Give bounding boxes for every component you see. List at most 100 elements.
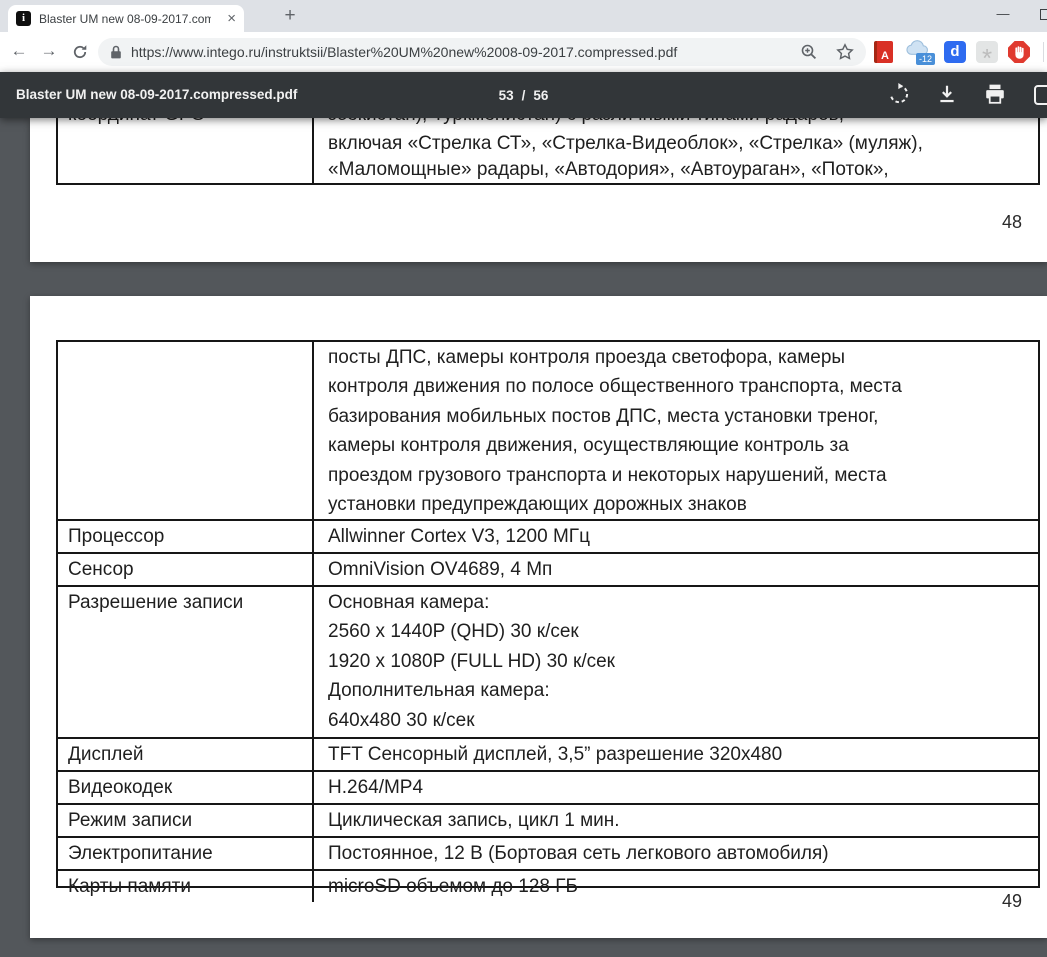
- table-row: Разрешение записи Основная камера: 2560 …: [58, 587, 1038, 739]
- table-row: Режим записи Циклическая запись, цикл 1 …: [58, 805, 1038, 838]
- clipped-value-text: збекистан), Туркменистан) с различными т…: [328, 118, 1038, 127]
- value-line: 640x480 30 к/сек: [328, 706, 1038, 735]
- value-line: базирования мобильных постов ДПС, места …: [328, 402, 1038, 431]
- tab-close-icon[interactable]: ×: [227, 11, 236, 26]
- page-footer-number: 49: [1002, 891, 1022, 912]
- clipped-row: координат GPS: [68, 118, 312, 127]
- row-label: Разрешение записи: [58, 587, 314, 737]
- row-value: H.264/MP4: [314, 772, 1038, 803]
- value-line: microSD объемом до 128 ГБ: [328, 872, 1038, 901]
- extension-disabled-icon[interactable]: *: [976, 41, 998, 63]
- value-line: Allwinner Cortex V3, 1200 МГц: [328, 522, 1038, 551]
- row-value: microSD объемом до 128 ГБ: [314, 871, 1038, 902]
- tab-title: Blaster UM new 08-09-2017.comp: [39, 12, 211, 26]
- value-line: TFT Сенсорный дисплей, 3,5” разрешение 3…: [328, 740, 1038, 769]
- pdf-favicon-info-icon: i: [16, 11, 31, 26]
- page-indicator: 53 / 56: [499, 72, 549, 118]
- bookmark-star-icon[interactable]: [836, 43, 854, 61]
- row-value: OmniVision OV4689, 4 Мп: [314, 554, 1038, 585]
- value-line: проездом грузового транспорта и некоторы…: [328, 461, 1038, 490]
- url-text[interactable]: https://www.intego.ru/instruktsii/Blaste…: [131, 44, 800, 60]
- extension-adblock-icon[interactable]: [1008, 41, 1030, 63]
- clipped-row: збекистан), Туркменистан) с различными т…: [328, 118, 1038, 127]
- value-line: установки предупреждающих дорожных знако…: [328, 490, 1038, 519]
- table-row: Видеокодек H.264/MP4: [58, 772, 1038, 805]
- pdf-toolbar: Blaster UM new 08-09-2017.compressed.pdf…: [0, 72, 1047, 118]
- table-label-cell: координат GPS: [58, 118, 314, 183]
- reload-button[interactable]: [72, 44, 88, 65]
- rotate-button[interactable]: [888, 83, 912, 107]
- row-label: Процессор: [58, 521, 314, 552]
- extension-weather-icon[interactable]: -12: [904, 39, 934, 61]
- extensions-separator: [1043, 42, 1044, 62]
- row-value: TFT Сенсорный дисплей, 3,5” разрешение 3…: [314, 739, 1038, 770]
- hand-icon: [1012, 45, 1027, 59]
- value-line: OmniVision OV4689, 4 Мп: [328, 555, 1038, 584]
- zoom-in-icon[interactable]: [800, 43, 818, 61]
- row-value: посты ДПС, камеры контроля проезда свето…: [314, 342, 1038, 519]
- omnibox[interactable]: https://www.intego.ru/instruktsii/Blaste…: [98, 38, 866, 66]
- value-line: H.264/MP4: [328, 773, 1038, 802]
- tab-strip: i Blaster UM new 08-09-2017.comp × + —: [0, 0, 1047, 32]
- page-count: 56: [533, 88, 548, 103]
- table-row: посты ДПС, камеры контроля проезда свето…: [58, 342, 1038, 521]
- row-label: Видеокодек: [58, 772, 314, 803]
- row-value: Основная камера: 2560 x 1440P (QHD) 30 к…: [314, 587, 1038, 737]
- print-button[interactable]: [984, 83, 1008, 107]
- row-value: Циклическая запись, цикл 1 мин.: [314, 805, 1038, 836]
- row-label: [58, 342, 314, 519]
- address-bar: ← → https://www.intego.ru/instruktsii/Bl…: [0, 32, 1047, 72]
- fit-page-icon[interactable]: [1034, 85, 1047, 105]
- extension-d-icon[interactable]: d: [944, 41, 966, 63]
- table-value-cell: збекистан), Туркменистан) с различными т…: [314, 118, 1038, 183]
- row-label: Режим записи: [58, 805, 314, 836]
- page-footer-number: 48: [1002, 212, 1022, 233]
- row-value: Allwinner Cortex V3, 1200 МГц: [314, 521, 1038, 552]
- table-row: Дисплей TFT Сенсорный дисплей, 3,5” разр…: [58, 739, 1038, 772]
- maximize-button[interactable]: [1040, 9, 1047, 20]
- value-line: посты ДПС, камеры контроля проезда свето…: [328, 343, 1038, 372]
- row-value: Постоянное, 12 В (Бортовая сеть легковог…: [314, 838, 1038, 869]
- print-icon: [984, 83, 1006, 105]
- table-row: Электропитание Постоянное, 12 В (Бортова…: [58, 838, 1038, 871]
- pdf-filename: Blaster UM new 08-09-2017.compressed.pdf: [16, 72, 297, 118]
- table-row: Процессор Allwinner Cortex V3, 1200 МГц: [58, 521, 1038, 554]
- download-icon: [936, 83, 958, 105]
- rotate-icon: [888, 83, 910, 105]
- table-row: Сенсор OmniVision OV4689, 4 Мп: [58, 554, 1038, 587]
- minimize-button[interactable]: —: [993, 2, 1013, 26]
- row-label: Дисплей: [58, 739, 314, 770]
- page-number-input[interactable]: 53: [499, 88, 514, 103]
- row-label: Электропитание: [58, 838, 314, 869]
- lock-icon: [110, 44, 122, 60]
- back-button[interactable]: ←: [8, 41, 30, 61]
- value-line: камеры контроля движения, осуществляющие…: [328, 431, 1038, 460]
- spec-table-fragment: координат GPS збекистан), Туркменистан) …: [56, 118, 1040, 185]
- value-line: 1920 x 1080P (FULL HD) 30 к/сек: [328, 647, 1038, 676]
- value-line: Циклическая запись, цикл 1 мин.: [328, 806, 1038, 835]
- download-button[interactable]: [936, 83, 960, 107]
- clipped-label-text: координат GPS: [68, 118, 312, 127]
- extension-dictionary-icon[interactable]: A: [874, 41, 893, 63]
- new-tab-button[interactable]: +: [278, 4, 302, 28]
- row-label: Сенсор: [58, 554, 314, 585]
- browser-window: i Blaster UM new 08-09-2017.comp × + — ←…: [0, 0, 1047, 957]
- pdf-viewer[interactable]: координат GPS збекистан), Туркменистан) …: [0, 118, 1047, 957]
- tab-blaster-pdf[interactable]: i Blaster UM new 08-09-2017.comp ×: [8, 5, 244, 32]
- value-line: Основная камера:: [328, 588, 1038, 617]
- table-text-line: включая «Стрелка СТ», «Стрелка-Видеоблок…: [328, 131, 1038, 157]
- pdf-page-main: посты ДПС, камеры контроля проезда свето…: [30, 296, 1047, 938]
- table-text-line: «Маломощные» радары, «Автодория», «Автоу…: [328, 157, 1038, 183]
- page-separator: /: [522, 88, 526, 103]
- table-row: Карты памяти microSD объемом до 128 ГБ: [58, 871, 1038, 902]
- row-label: Карты памяти: [58, 871, 314, 902]
- value-line: контроля движения по полосе общественног…: [328, 372, 1038, 401]
- spec-table: посты ДПС, камеры контроля проезда свето…: [56, 340, 1040, 888]
- pdf-page-top: координат GPS збекистан), Туркменистан) …: [30, 118, 1047, 262]
- value-line: Постоянное, 12 В (Бортовая сеть легковог…: [328, 839, 1038, 868]
- value-line: Дополнительная камера:: [328, 676, 1038, 705]
- weather-badge: -12: [916, 53, 935, 65]
- value-line: 2560 x 1440P (QHD) 30 к/сек: [328, 617, 1038, 646]
- forward-button[interactable]: →: [38, 41, 60, 61]
- reload-icon: [72, 44, 88, 60]
